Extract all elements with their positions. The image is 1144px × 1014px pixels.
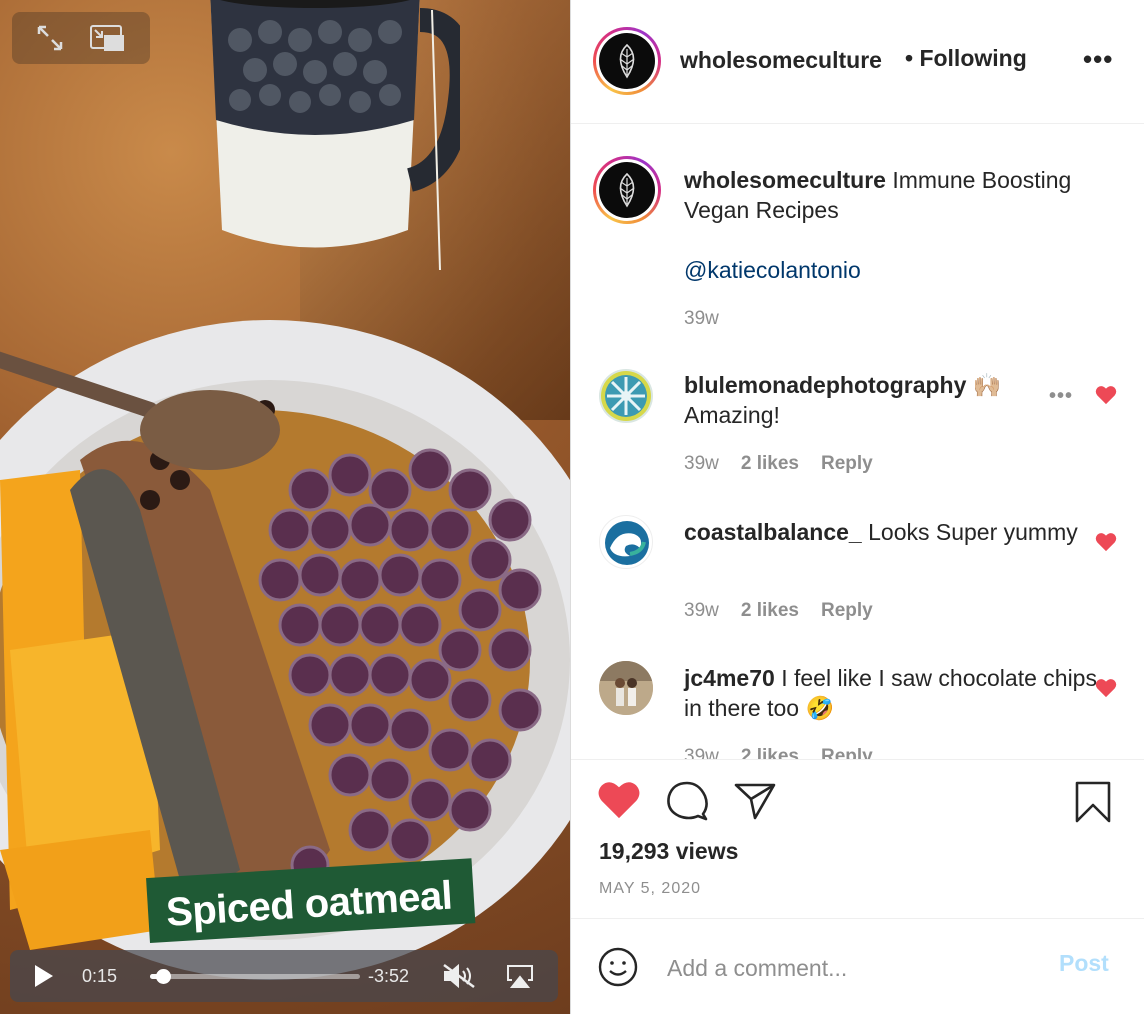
comment-more-icon[interactable]: ••• [1049,385,1073,408]
author-avatar[interactable] [593,27,661,95]
comment-time[interactable]: 39w [684,453,719,475]
comment-composer: Post [571,920,1144,1014]
comment-username[interactable]: blulemonadephotography [684,372,966,398]
video-progress-bar[interactable] [150,969,360,984]
picture-in-picture-icon[interactable] [90,25,124,51]
comment-likes[interactable]: 2 likes [741,600,799,622]
share-paper-plane-icon[interactable] [733,780,777,827]
reply-button[interactable]: Reply [821,600,873,622]
comment-like-heart-icon[interactable] [1095,385,1117,410]
video-scrubber-handle[interactable] [156,969,172,984]
reply-button[interactable]: Reply [821,746,873,759]
comment-time[interactable]: 39w [684,600,719,622]
video-player-controls: 0:15 -3:52 [10,950,558,1002]
remaining-time: -3:52 [368,965,410,986]
caption-username[interactable]: wholesomeculture [684,167,886,193]
comment-body: 🙌🏼 [972,372,1002,398]
expand-icon[interactable] [36,24,64,52]
leaf-logo-icon [619,43,635,79]
commenter-avatar[interactable] [599,661,653,715]
muted-speaker-icon[interactable] [442,950,476,1002]
view-count[interactable]: 19,293 views [599,838,738,865]
comment-meta: 39w 2 likes Reply [684,453,873,475]
post-actions: 19,293 views MAY 5, 2020 [571,759,1144,919]
commenter-avatar[interactable] [599,369,653,423]
comment-like-heart-icon[interactable] [1095,678,1117,703]
caption-text: wholesomeculture Immune Boosting Vegan R… [684,165,1114,225]
video-player[interactable]: Spiced oatmeal 0:15 -3:52 [0,0,570,1014]
commenter-avatar[interactable] [599,515,653,569]
comment-input[interactable] [667,950,1027,986]
following-status[interactable]: • Following [905,45,1027,72]
reply-button[interactable]: Reply [821,453,873,475]
more-options-icon[interactable]: ••• [1083,44,1113,75]
caption-time[interactable]: 39w [684,308,719,330]
comments-list[interactable]: wholesomeculture Immune Boosting Vegan R… [571,125,1144,759]
comment-time[interactable]: 39w [684,746,719,759]
current-time: 0:15 [82,965,118,986]
lemon-logo-icon [601,371,651,421]
comment-body: Looks Super yummy [868,519,1078,545]
post-details-panel: wholesomeculture • Following ••• wholeso… [571,0,1144,1014]
comment-likes[interactable]: 2 likes [741,746,799,759]
post-header: wholesomeculture • Following ••• [571,0,1144,124]
emoji-icon[interactable] [597,946,639,993]
like-heart-icon[interactable] [597,780,641,825]
comment-username[interactable]: coastalbalance_ [684,519,862,545]
comment-meta: 39w 2 likes Reply [684,600,873,622]
wave-logo-icon [605,521,649,565]
comment-text: coastalbalance_ Looks Super yummy [684,517,1114,547]
comment-likes[interactable]: 2 likes [741,453,799,475]
mug-illustration [210,0,460,270]
airplay-icon[interactable] [506,950,534,1002]
caption-mention: @katiecolantonio [684,255,1114,285]
post-date[interactable]: MAY 5, 2020 [599,880,701,898]
play-icon[interactable] [34,950,54,1002]
mention-link[interactable]: @katiecolantonio [684,257,861,283]
comment-body-line2: Amazing! [684,402,780,428]
leaf-logo-icon [619,172,635,208]
comment-like-heart-icon[interactable] [1095,532,1117,557]
comment-meta: 39w 2 likes Reply [684,746,873,759]
video-top-controls [12,12,150,64]
comment-username[interactable]: jc4me70 [684,665,775,691]
post-comment-button[interactable]: Post [1059,950,1109,977]
caption-author-avatar[interactable] [593,156,661,224]
author-username[interactable]: wholesomeculture [680,47,882,74]
comment-text: jc4me70 I feel like I saw chocolate chip… [684,663,1114,723]
caption-meta: 39w [684,308,719,330]
bookmark-icon[interactable] [1073,780,1113,829]
comment-bubble-icon[interactable] [665,780,709,827]
photo-avatar-icon [599,661,653,715]
